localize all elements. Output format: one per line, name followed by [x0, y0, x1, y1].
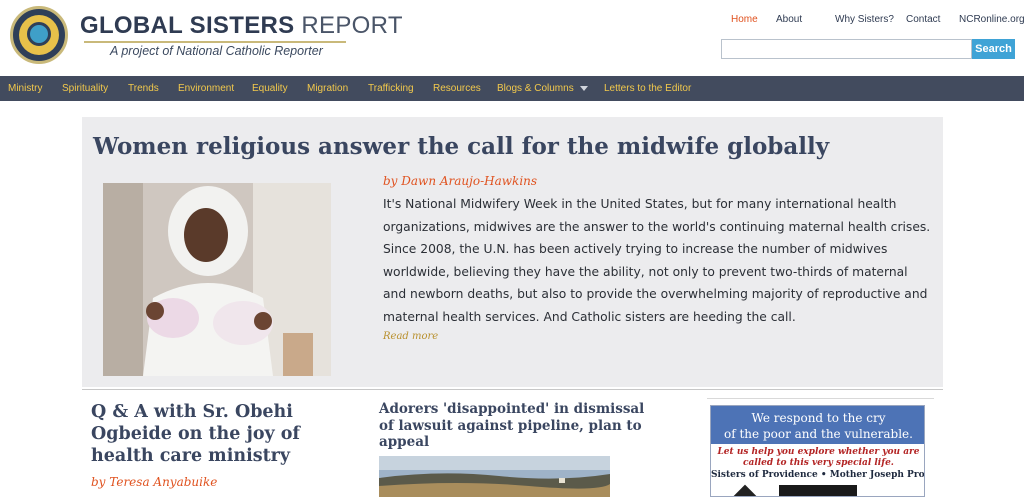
nav-item-trafficking[interactable]: Trafficking	[368, 83, 414, 94]
section-divider	[82, 389, 943, 390]
nav-item-blogs-columns-label: Blogs & Columns	[497, 83, 574, 94]
story-title[interactable]: Adorers 'disappointed' in dismissal of l…	[379, 401, 654, 451]
top-nav-why-sisters[interactable]: Why Sisters?	[835, 14, 894, 25]
ad-divider	[707, 398, 934, 399]
ad-headline-2: of the poor and the vulnerable.	[724, 427, 913, 441]
site-title[interactable]: GLOBAL SISTERS REPORT	[80, 12, 403, 40]
story-title[interactable]: Q & A with Sr. Obehi Ogbeide on the joy …	[91, 401, 361, 467]
site-title-light: REPORT	[301, 12, 403, 39]
featured-byline[interactable]: by Dawn Araujo-Hawkins	[383, 174, 537, 188]
site-title-bold: GLOBAL SISTERS	[80, 12, 295, 39]
brand-divider	[84, 41, 346, 43]
ad-subline-2: called to this very special life.	[743, 458, 894, 468]
ad-subline-1: Let us help you explore whether you are	[717, 447, 920, 457]
main-nav: Ministry Spirituality Trends Environment…	[0, 76, 1024, 101]
search-input[interactable]	[721, 39, 972, 59]
globe-icon	[27, 22, 51, 46]
ad-image	[779, 485, 857, 496]
site-tagline: A project of National Catholic Reporter	[110, 44, 323, 58]
top-nav-about[interactable]: About	[776, 14, 802, 25]
top-nav-contact[interactable]: Contact	[906, 14, 940, 25]
nav-item-ministry[interactable]: Ministry	[8, 83, 42, 94]
nav-item-environment[interactable]: Environment	[178, 83, 234, 94]
nav-item-equality[interactable]: Equality	[252, 83, 288, 94]
story-byline[interactable]: by Teresa Anyabuike	[91, 475, 217, 489]
read-more-link[interactable]: Read more	[383, 331, 438, 342]
nav-item-spirituality[interactable]: Spirituality	[62, 83, 108, 94]
ad-headline-1: We respond to the cry	[751, 411, 886, 425]
featured-photo-image	[103, 183, 331, 376]
ad-organization: Sisters of Providence • Mother Joseph Pr…	[711, 470, 925, 480]
nav-item-trends[interactable]: Trends	[128, 83, 159, 94]
ad-diamond-icon	[733, 484, 757, 496]
search-button[interactable]: Search	[972, 39, 1015, 59]
featured-summary: It's National Midwifery Week in the Unit…	[383, 197, 931, 324]
nav-item-migration[interactable]: Migration	[307, 83, 348, 94]
advertisement[interactable]: We respond to the cry of the poor and th…	[710, 405, 925, 497]
story-photo-image	[379, 456, 610, 497]
top-nav-ncronline[interactable]: NCRonline.org	[959, 14, 1024, 25]
top-nav-home[interactable]: Home	[731, 14, 758, 25]
featured-photo[interactable]	[103, 183, 331, 376]
featured-title[interactable]: Women religious answer the call for the …	[93, 133, 829, 160]
site-logo[interactable]	[10, 6, 68, 64]
chevron-down-icon	[579, 85, 588, 91]
nav-item-blogs-columns[interactable]: Blogs & Columns	[497, 83, 588, 94]
nav-item-resources[interactable]: Resources	[433, 83, 481, 94]
nav-item-letters[interactable]: Letters to the Editor	[604, 83, 691, 94]
story-photo[interactable]	[379, 456, 610, 497]
